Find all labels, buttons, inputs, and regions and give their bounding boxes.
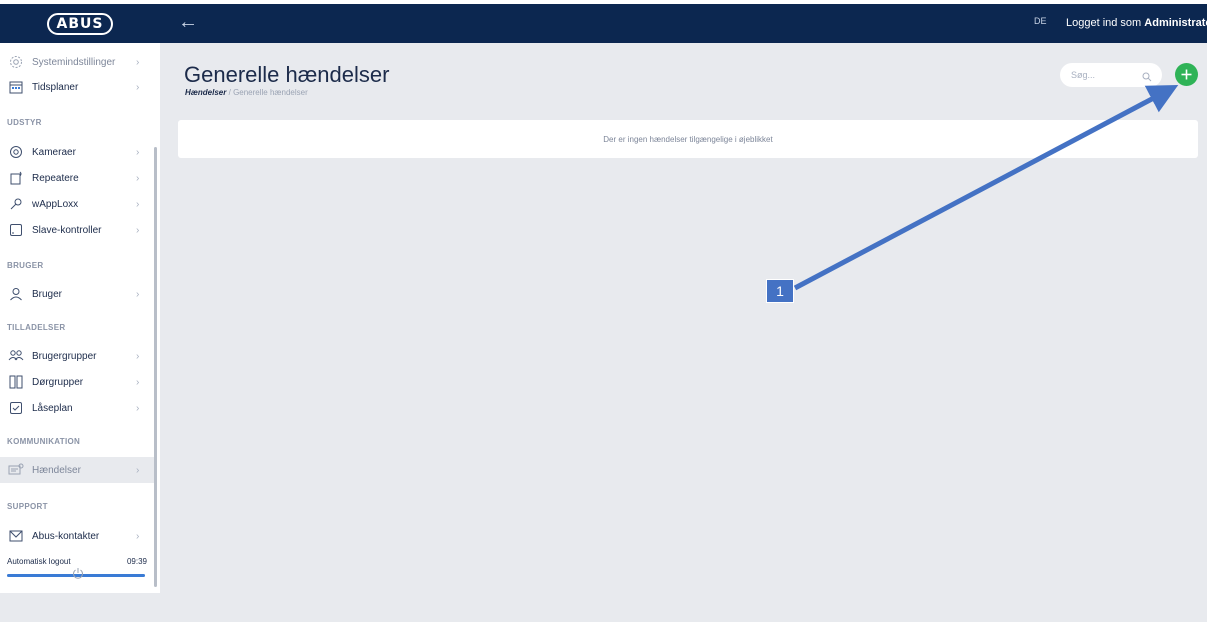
section-title-support: SUPPORT [7,502,48,511]
sidebar-item-label: Slave-kontroller [32,224,102,236]
sidebar-item-label: Hændelser [32,464,81,476]
chevron-right-icon: › [136,146,140,158]
breadcrumb-current: Generelle hændelser [233,88,308,97]
door-icon [8,374,24,390]
page-title: Generelle hændelser [184,62,390,87]
sidebar-item-kameraer[interactable]: Kameraer › [0,139,155,165]
annotation-callout: 1 [766,279,794,303]
chevron-right-icon: › [136,81,140,93]
sidebar-item-label: wAppLoxx [32,198,79,210]
auto-logout-time: 09:39 [126,557,147,566]
auto-logout-label: Automatisk logout [7,557,71,566]
sidebar-item-bruger[interactable]: Bruger › [0,281,155,307]
back-arrow-icon[interactable]: ← [178,12,198,32]
sidebar: Systemindstillinger › Tidsplaner › UDSTY… [0,43,160,622]
calendar-icon [8,79,24,95]
language-selector[interactable]: DE [1034,16,1047,26]
breadcrumb-link[interactable]: Hændelser [185,88,226,97]
chat-icon [8,462,24,478]
key-icon [8,196,24,212]
sidebar-item-abus-kontakter[interactable]: Abus-kontakter › [0,523,155,549]
sidebar-item-laseplan[interactable]: Låseplan › [0,395,155,421]
auto-logout: Automatisk logout 09:39 [7,557,147,566]
top-bar: ABUS ← DE Logget ind som Administrator ⌄ [0,4,1207,43]
chevron-right-icon: › [136,172,140,184]
repeater-icon [8,170,24,186]
sidebar-item-brugergrupper[interactable]: Brugergrupper › [0,343,155,369]
sidebar-item-label: Tidsplaner [32,81,79,93]
user-name: Administrator [1144,17,1207,29]
user-menu[interactable]: Logget ind som Administrator ⌄ [1066,17,1207,29]
search-icon[interactable] [1142,69,1152,82]
sidebar-item-repeatere[interactable]: Repeatere › [0,165,155,191]
sidebar-item-label: Kameraer [32,146,76,158]
sidebar-item-tidsplaner[interactable]: Tidsplaner › [0,74,155,100]
section-title-bruger: BRUGER [7,261,44,270]
checkbox-icon [8,400,24,416]
chevron-right-icon: › [136,288,140,300]
add-button[interactable] [1175,63,1198,86]
sidebar-item-systemindstillinger[interactable]: Systemindstillinger › [0,49,155,75]
sidebar-item-label: Systemindstillinger [32,56,116,68]
user-icon [8,286,24,302]
users-icon [8,348,24,364]
envelope-icon [8,528,24,544]
sidebar-item-haendelser[interactable]: Hændelser › [0,457,155,483]
sidebar-item-dorgrupper[interactable]: Dørgrupper › [0,369,155,395]
sidebar-item-label: Brugergrupper [32,350,97,362]
camera-icon [8,144,24,160]
power-icon[interactable] [72,566,84,579]
section-title-tilladelser: TILLADELSER [7,323,66,332]
chevron-right-icon: › [136,224,140,236]
sidebar-item-label: Bruger [32,288,63,300]
sidebar-item-label: Repeatere [32,172,79,184]
chevron-right-icon: › [136,464,140,476]
gear-icon [8,54,24,70]
sidebar-item-label: Abus-kontakter [32,530,100,542]
sidebar-item-label: Dørgrupper [32,376,84,388]
sidebar-footer [0,593,160,622]
logo-area[interactable]: ABUS [0,4,160,43]
chevron-right-icon: › [136,376,140,388]
sidebar-scrollbar[interactable] [154,147,157,587]
sidebar-item-label: Låseplan [32,402,73,414]
breadcrumb-separator: / [228,88,231,97]
chevron-right-icon: › [136,350,140,362]
main-content: Generelle hændelser Hændelser / Generell… [160,43,1207,622]
chevron-right-icon: › [136,530,140,542]
user-prefix: Logget ind som [1066,17,1142,29]
empty-state-message: Der er ingen hændelser tilgængelige i øj… [603,134,773,144]
chevron-right-icon: › [136,56,140,68]
tablet-icon [8,222,24,238]
chevron-right-icon: › [136,402,140,414]
chevron-right-icon: › [136,198,140,210]
sidebar-item-wapploxx[interactable]: wAppLoxx › [0,191,155,217]
empty-state-card: Der er ingen hændelser tilgængelige i øj… [178,120,1198,158]
section-title-kommunikation: KOMMUNIKATION [7,437,81,446]
sidebar-item-slave-kontroller[interactable]: Slave-kontroller › [0,217,155,243]
breadcrumb: Hændelser / Generelle hændelser [185,88,308,97]
abus-logo[interactable]: ABUS [47,12,113,35]
plus-icon [1181,69,1192,80]
section-title-udstyr: UDSTYR [7,118,42,127]
